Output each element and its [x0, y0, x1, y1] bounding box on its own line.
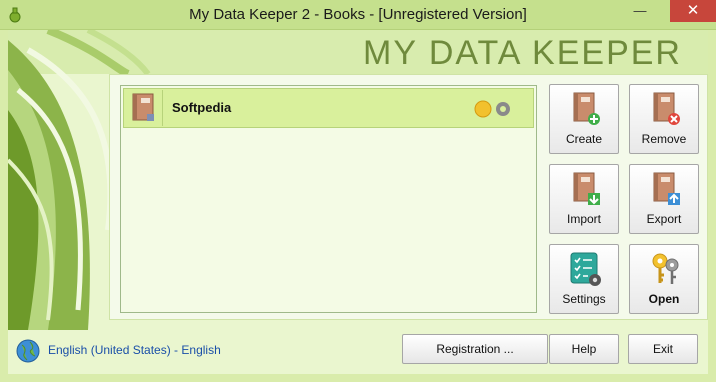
settings-checklist-icon [570, 252, 601, 286]
remove-button[interactable]: Remove [629, 84, 699, 154]
language-label[interactable]: English (United States) - English [48, 343, 221, 357]
export-label: Export [646, 212, 682, 226]
settings-button[interactable]: Settings [549, 244, 619, 314]
list-item[interactable]: Softpedia [123, 88, 534, 128]
settings-label: Settings [562, 292, 606, 306]
remove-label: Remove [641, 132, 687, 146]
registration-button[interactable]: Registration ... [402, 334, 548, 364]
minimize-button[interactable]: — [626, 0, 654, 22]
import-label: Import [566, 212, 601, 226]
title-bar: My Data Keeper 2 - Books - [Unregistered… [0, 0, 716, 30]
export-button[interactable]: Export [629, 164, 699, 234]
exit-button[interactable]: Exit [628, 334, 698, 364]
content-panel: Softpedia Create Remove Import Export Se… [109, 74, 708, 320]
book-icon [125, 90, 163, 126]
database-name: Softpedia [172, 100, 232, 115]
create-label: Create [565, 132, 603, 146]
close-window-button[interactable]: ✕ [670, 0, 716, 22]
create-icon [573, 92, 600, 125]
keys-icon [652, 253, 679, 284]
help-button[interactable]: Help [549, 334, 619, 364]
remove-icon [653, 92, 680, 125]
import-button[interactable]: Import [549, 164, 619, 234]
create-button[interactable]: Create [549, 84, 619, 154]
open-label: Open [648, 292, 680, 306]
export-icon [653, 172, 680, 205]
open-button[interactable]: Open [629, 244, 699, 314]
window-title: My Data Keeper 2 - Books - [Unregistered… [189, 6, 527, 23]
database-list[interactable]: Softpedia [120, 85, 537, 313]
import-icon [573, 172, 600, 205]
database-settings-icon[interactable] [469, 97, 517, 121]
main-window: MY DATA KEEPER 2 Softpedia [8, 30, 708, 374]
language-selector[interactable]: English (United States) - English [16, 339, 221, 363]
globe-icon [16, 339, 40, 363]
